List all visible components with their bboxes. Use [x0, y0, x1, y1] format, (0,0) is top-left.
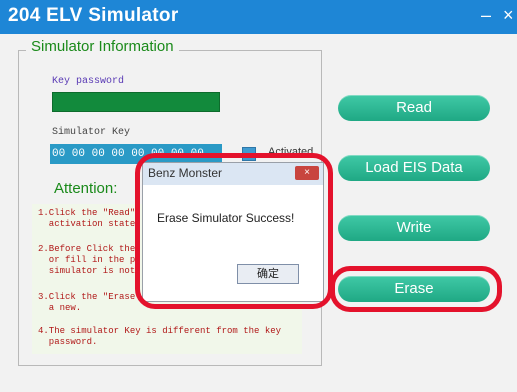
read-button[interactable]: Read — [338, 95, 490, 121]
dialog-highlight — [135, 153, 333, 309]
title-bar: 204 ELV Simulator – × — [0, 0, 517, 34]
minimize-button[interactable]: – — [481, 5, 491, 26]
window-title: 204 ELV Simulator — [8, 5, 179, 26]
key-password-field[interactable] — [52, 92, 220, 112]
close-button[interactable]: × — [503, 5, 514, 26]
write-button[interactable]: Write — [338, 215, 490, 241]
note-2: 2.Before Click the or fill in the p simu… — [38, 244, 136, 276]
key-password-label: Key password — [52, 76, 125, 87]
note-4: 4.The simulator Key is different from th… — [38, 326, 282, 347]
note-1: 1.Click the "Read" activation state — [38, 208, 136, 229]
erase-highlight — [330, 266, 502, 312]
note-3: 3.Click the "Erase a new. — [38, 292, 136, 313]
attention-heading: Attention: — [54, 180, 118, 197]
load-eis-data-button[interactable]: Load EIS Data — [338, 155, 490, 181]
simulator-key-label: Simulator Key — [52, 127, 131, 138]
simulator-info-title: Simulator Information — [26, 38, 179, 55]
